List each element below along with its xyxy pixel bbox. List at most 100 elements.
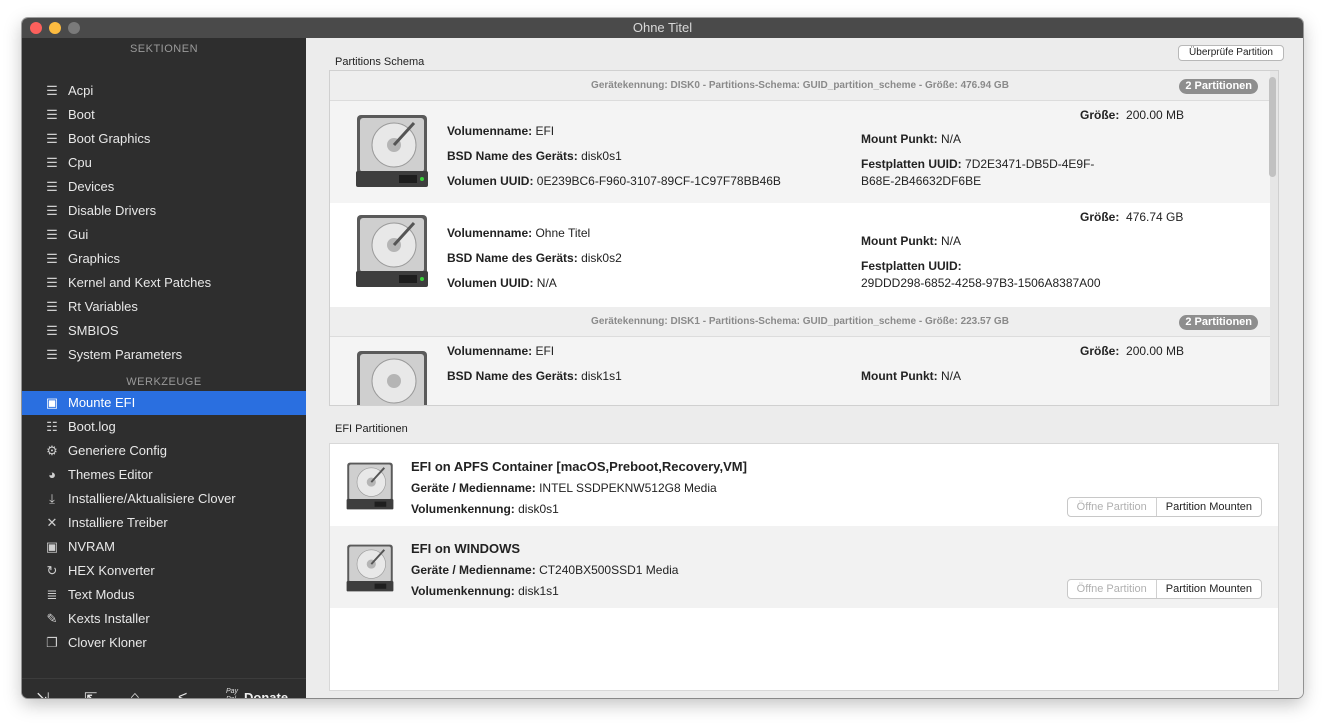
sidebar-item-smbios[interactable]: ☰ SMBIOS [22, 319, 306, 343]
mount-point: N/A [941, 234, 962, 248]
sidebar-item-hex-converter[interactable]: ↻ HEX Konverter [22, 559, 306, 583]
sidebar: SEKTIONEN ☰ Acpi ☰ Boot ☰ Boot Graphics ☰ Cp… [22, 38, 306, 698]
window-title: Ohne Titel [632, 20, 693, 35]
export-icon[interactable]: ⇱ [84, 689, 97, 698]
sections-header: SEKTIONEN [129, 43, 199, 55]
sidebar-item-acpi[interactable]: ☰ Acpi [22, 79, 306, 103]
list-icon: ☰ [46, 347, 58, 362]
sidebar-item-text-mode[interactable]: ≣ Text Modus [22, 583, 306, 607]
tools-header: WERKZEUGE [126, 376, 202, 388]
volume-uuid: 0E239BC6-F960-3107-89CF-1C97F78BB46B [536, 174, 781, 188]
kext-icon: ✎ [46, 611, 58, 626]
hard-drive-icon [346, 544, 394, 592]
list-icon: ☰ [46, 155, 58, 170]
bsd-name: disk0s1 [581, 149, 622, 163]
title-bar: Ohne Titel [22, 18, 1303, 38]
share-icon[interactable]: < [178, 689, 187, 698]
disk-uuid: 7D2E3471-DB5D-4E9F- [965, 157, 1095, 171]
sidebar-item-kernel-kext-patches[interactable]: ☰ Kernel and Kext Patches [22, 271, 306, 295]
sidebar-item-boot-graphics[interactable]: ☰ Boot Graphics [22, 127, 306, 151]
partition-row[interactable]: Volumenname: Ohne Titel BSD Name des Ger… [330, 203, 1270, 305]
sidebar-item-kexts-installer[interactable]: ✎ Kexts Installer [22, 607, 306, 631]
sidebar-item-boot[interactable]: ☰ Boot [22, 103, 306, 127]
open-partition-button[interactable]: Öffne Partition [1068, 498, 1157, 516]
partition-count-badge: 2 Partitionen [1179, 79, 1258, 94]
bsd-name: disk1s1 [581, 369, 622, 383]
sidebar-item-nvram[interactable]: ▣ NVRAM [22, 535, 306, 559]
sidebar-item-clover-cloner[interactable]: ❐ Clover Kloner [22, 631, 306, 655]
hard-drive-icon [357, 351, 427, 405]
sidebar-item-graphics[interactable]: ☰ Graphics [22, 247, 306, 271]
list-icon: ☰ [46, 83, 58, 98]
sidebar-item-install-drivers[interactable]: ✕ Installiere Treiber [22, 511, 306, 535]
sidebar-item-boot-log[interactable]: ☷ Boot.log [22, 415, 306, 439]
convert-icon: ↻ [46, 563, 58, 578]
media-name: CT240BX500SSD1 Media [539, 563, 679, 577]
partitions-scrollbar[interactable] [1267, 75, 1276, 375]
partitions-schema-label: Partitions Schema [335, 56, 425, 68]
text-icon: ≣ [46, 587, 58, 602]
partitions-panel: Gerätekennung: DISK0 - Partitions-Schema… [329, 70, 1279, 406]
open-partition-button[interactable]: Öffne Partition [1068, 580, 1157, 598]
partition-size: 476.74 GB [1126, 210, 1184, 224]
disk-uuid-cont: B68E-2B46632DF6BE [861, 174, 982, 188]
list-icon: ☰ [46, 251, 58, 266]
sidebar-item-generate-config[interactable]: ⚙ Generiere Config [22, 439, 306, 463]
disk-uuid: 29DDD298-6852-4258-97B3-1506A8387A00 [861, 276, 1101, 290]
check-partition-button[interactable]: Überprüfe Partition [1178, 45, 1284, 61]
disk-icon: ▣ [45, 395, 59, 410]
mount-partition-button[interactable]: Partition Mounten [1157, 580, 1261, 598]
sidebar-item-install-clover[interactable]: ⤓ Installiere/Aktualisiere Clover [22, 487, 306, 511]
efi-actions: Öffne Partition Partition Mounten [1066, 497, 1262, 517]
sidebar-bottom-bar: ⇲ ⇱ ⌂ < Pay Pal Donate [22, 678, 306, 698]
import-icon[interactable]: ⇲ [36, 689, 49, 698]
volume-uuid: N/A [536, 276, 557, 290]
app-window: Ohne Titel SEKTIONEN ☰ Acpi ☰ Boot ☰ Boot G… [22, 18, 1303, 698]
list-icon: ☰ [46, 107, 58, 122]
scrollbar-thumb[interactable] [1269, 77, 1276, 177]
list-icon: ☰ [46, 299, 58, 314]
hard-drive-icon [356, 115, 428, 187]
paypal-logo: Pay Pal [226, 688, 239, 698]
media-name: INTEL SSDPEKNW512G8 Media [539, 481, 717, 495]
efi-row[interactable]: EFI on APFS Container [macOS,Preboot,Rec… [330, 444, 1278, 526]
volume-name: Ohne Titel [535, 226, 591, 240]
partitions-list[interactable]: Gerätekennung: DISK0 - Partitions-Schema… [330, 71, 1270, 405]
palette-icon: ◕ [48, 467, 56, 482]
partition-size: 200.00 MB [1126, 108, 1185, 122]
sidebar-item-devices[interactable]: ☰ Devices [22, 175, 306, 199]
list-icon: ☰ [46, 275, 58, 290]
donate-button[interactable]: Donate [244, 690, 288, 698]
list-icon: ☰ [46, 203, 58, 218]
mount-point: N/A [941, 132, 962, 146]
sidebar-item-rt-variables[interactable]: ☰ Rt Variables [22, 295, 306, 319]
sidebar-item-themes-editor[interactable]: ◕ Themes Editor [22, 463, 306, 487]
volume-name: EFI [535, 344, 555, 358]
efi-title: EFI on APFS Container [macOS,Preboot,Rec… [411, 459, 747, 474]
bsd-name: disk0s2 [581, 251, 622, 265]
partition-row[interactable]: Volumenname: EFI BSD Name des Geräts: di… [330, 101, 1270, 203]
list-icon: ☰ [46, 131, 58, 146]
efi-row[interactable]: EFI on WINDOWS Geräte / Medienname: CT24… [330, 526, 1278, 608]
efi-partitions-label: EFI Partitionen [335, 423, 408, 435]
install-icon: ⤓ [49, 491, 55, 506]
sidebar-item-gui[interactable]: ☰ Gui [22, 223, 306, 247]
minimize-window-button[interactable] [49, 22, 61, 34]
sidebar-item-disable-drivers[interactable]: ☰ Disable Drivers [22, 199, 306, 223]
list-icon: ☰ [46, 227, 58, 242]
sidebar-item-system-parameters[interactable]: ☰ System Parameters [22, 343, 306, 367]
partition-size: 200.00 MB [1126, 344, 1185, 358]
close-window-button[interactable] [30, 22, 42, 34]
sidebar-item-cpu[interactable]: ☰ Cpu [22, 151, 306, 175]
efi-partitions-panel: EFI on APFS Container [macOS,Preboot,Rec… [329, 443, 1279, 691]
sidebar-item-mount-efi[interactable]: ▣ Mounte EFI [22, 391, 306, 415]
mount-point: N/A [941, 369, 962, 383]
zoom-window-button[interactable] [68, 22, 80, 34]
disk-header: Gerätekennung: DISK1 - Partitions-Schema… [330, 307, 1270, 337]
gears-icon: ⚙ [46, 443, 58, 458]
mount-partition-button[interactable]: Partition Mounten [1157, 498, 1261, 516]
home-icon[interactable]: ⌂ [130, 689, 140, 698]
partition-count-badge: 2 Partitionen [1179, 315, 1258, 330]
partition-row[interactable]: Volumenname: EFI BSD Name des Geräts: di… [330, 337, 1270, 405]
efi-actions: Öffne Partition Partition Mounten [1066, 579, 1262, 599]
